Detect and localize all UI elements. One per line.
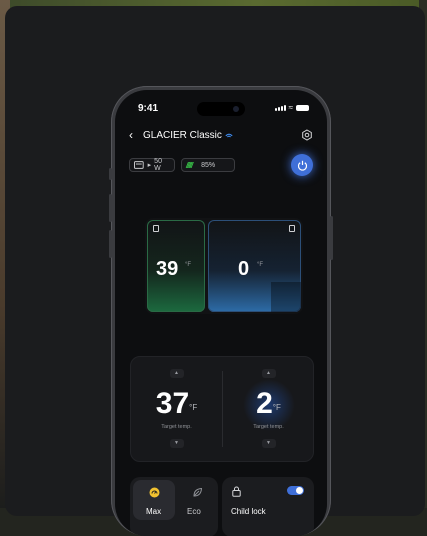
child-lock-card[interactable]: Child lock <box>222 477 314 536</box>
arrow-icon: ▸ <box>147 162 152 169</box>
right-target-caption: Target temp. <box>253 424 284 430</box>
settings-icon[interactable] <box>301 129 313 141</box>
device-title: GLACIER Classic <box>143 129 222 141</box>
right-target-temp: 2°F <box>223 387 314 421</box>
right-zone-unit: °F <box>257 262 264 268</box>
phone-mockup: 9:41 ≈ ‹ GLACIER Classic ▸ 50 W ///// 85… <box>109 86 333 536</box>
mode-max-button[interactable]: Max <box>133 480 175 520</box>
battery-icon <box>296 105 309 111</box>
right-target-temp-value: 2 <box>256 387 273 420</box>
camera <box>233 106 239 112</box>
toggle-knob <box>296 487 303 494</box>
leaf-icon <box>193 487 203 497</box>
input-power-chip: ▸ 50 W <box>129 158 175 172</box>
wifi-icon: ≈ <box>288 103 293 112</box>
mode-eco-button[interactable]: Eco <box>177 480 217 520</box>
left-zone[interactable]: 39 °F <box>147 220 205 312</box>
left-zone-unit: °F <box>185 262 192 268</box>
battery-chip: ///// 85% <box>181 158 235 172</box>
left-zone-icon <box>153 225 159 232</box>
mode-eco-label: Eco <box>187 507 201 516</box>
right-control: ▲ 2°F Target temp. ▼ <box>223 357 314 463</box>
back-icon[interactable]: ‹ <box>129 128 141 142</box>
right-target-temp-unit: °F <box>272 403 281 412</box>
right-zone[interactable]: 0 °F <box>208 220 301 312</box>
right-temp-down-button[interactable]: ▼ <box>261 439 276 448</box>
power-button[interactable] <box>291 154 313 176</box>
phone-screen: 9:41 ≈ ‹ GLACIER Classic ▸ 50 W ///// 85… <box>115 90 327 536</box>
fridge-visual: 39 °F 0 °F <box>145 218 303 314</box>
left-target-temp-value: 37 <box>155 387 190 420</box>
status-time: 9:41 <box>138 103 159 114</box>
mode-max-label: Max <box>146 507 162 516</box>
phone-action-button <box>109 168 112 180</box>
bluetooth-icon <box>225 133 233 138</box>
max-mode-icon <box>149 487 160 498</box>
temperature-control-panel: ▲ 37°F Target temp. ▼ ▲ 2°F Target temp.… <box>130 356 314 462</box>
showcase-card: 9:41 ≈ ‹ GLACIER Classic ▸ 50 W ///// 85… <box>5 6 425 536</box>
left-temp-down-button[interactable]: ▼ <box>169 439 184 448</box>
signal-icon <box>274 105 286 111</box>
left-target-caption: Target temp. <box>161 424 192 430</box>
right-temp-up-button[interactable]: ▲ <box>261 369 276 378</box>
power-icon <box>297 160 307 171</box>
mode-selector: Max Eco <box>130 477 218 536</box>
left-target-temp: 37°F <box>131 387 222 421</box>
left-temp-up-button[interactable]: ▲ <box>169 369 184 378</box>
left-control: ▲ 37°F Target temp. ▼ <box>131 357 222 463</box>
battery-level-icon: ///// <box>186 160 193 170</box>
input-power-value: 50 W <box>154 158 162 172</box>
child-lock-label: Child lock <box>231 507 266 516</box>
phone-power-button <box>330 216 333 260</box>
battery-value: 85% <box>201 161 216 169</box>
child-lock-toggle[interactable] <box>287 486 304 495</box>
right-zone-shade <box>271 282 301 312</box>
nav-bar: ‹ GLACIER Classic <box>129 127 313 143</box>
phone-volume-down <box>109 230 112 258</box>
left-zone-temp: 39 <box>156 258 179 280</box>
car-charger-icon <box>134 161 144 169</box>
lock-icon <box>232 486 241 497</box>
status-icons: ≈ <box>274 103 309 112</box>
left-target-temp-unit: °F <box>189 403 198 412</box>
right-zone-temp: 0 <box>238 258 250 280</box>
right-zone-icon <box>289 225 295 232</box>
phone-volume-up <box>109 194 112 222</box>
